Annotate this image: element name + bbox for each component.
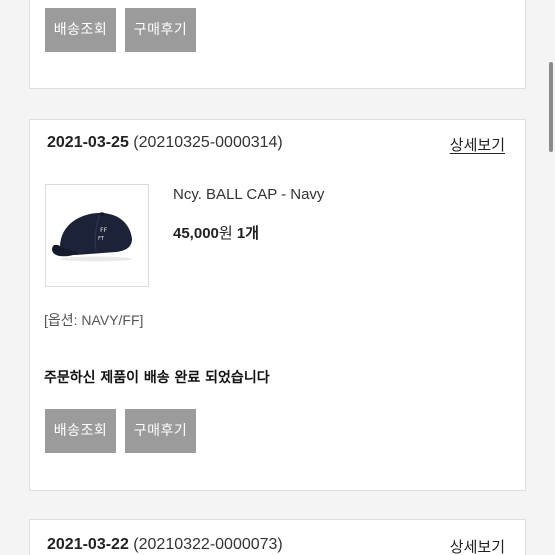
order-date: 2021-03-22 bbox=[47, 536, 129, 553]
order-detail-link[interactable]: 상세보기 bbox=[450, 536, 505, 555]
product-price-line: 45,000원 1개 bbox=[173, 222, 259, 243]
order-number: (20210322-0000073) bbox=[133, 536, 283, 553]
order-header: 2021-03-22 (20210322-0000073) bbox=[47, 536, 283, 554]
svg-text:FF: FF bbox=[100, 227, 108, 234]
price-currency: 원 bbox=[218, 225, 233, 242]
navy-ball-cap-image: FF FT bbox=[52, 212, 132, 262]
product-option: [옵션: NAVY/FF] bbox=[44, 312, 144, 328]
order-card-next: 2021-03-22 (20210322-0000073) 상세보기 bbox=[29, 519, 526, 555]
write-review-button[interactable]: 구매후기 bbox=[125, 8, 196, 52]
delivery-status: 주문하신 제품이 배송 완료 되었습니다 bbox=[44, 370, 270, 386]
order-header: 2021-03-25 (20210325-0000314) bbox=[47, 134, 283, 152]
order-number: (20210325-0000314) bbox=[133, 134, 283, 151]
scrollbar[interactable] bbox=[549, 62, 553, 152]
product-name[interactable]: Ncy. BALL CAP - Navy bbox=[173, 186, 324, 203]
product-thumbnail[interactable]: FF FT bbox=[45, 184, 149, 287]
write-review-button[interactable]: 구매후기 bbox=[125, 409, 196, 453]
order-card-previous: 배송조회 구매후기 bbox=[29, 0, 526, 89]
order-date: 2021-03-25 bbox=[47, 134, 129, 151]
order-detail-link[interactable]: 상세보기 bbox=[450, 134, 505, 155]
svg-text:FT: FT bbox=[98, 236, 104, 242]
shipping-track-button[interactable]: 배송조회 bbox=[45, 409, 116, 453]
product-price: 45,000 bbox=[173, 225, 219, 242]
shipping-track-button[interactable]: 배송조회 bbox=[45, 8, 116, 52]
order-card: 2021-03-25 (20210325-0000314) 상세보기 FF FT… bbox=[29, 119, 526, 491]
product-quantity: 1개 bbox=[236, 225, 260, 242]
